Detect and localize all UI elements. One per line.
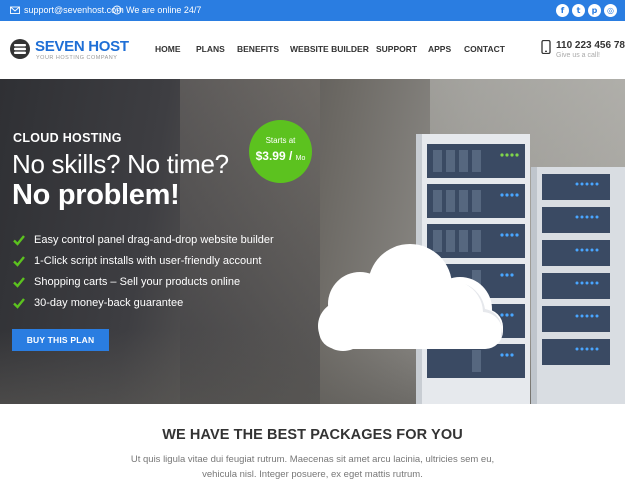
facebook-icon[interactable]: f <box>556 4 569 17</box>
price-label: Starts at <box>265 136 296 145</box>
hero-banner: CLOUD HOSTING No skills? No time? No pro… <box>0 79 625 404</box>
hero-headline-bold: No problem! <box>12 179 180 211</box>
phone-number[interactable]: 110 223 456 78 <box>556 40 625 51</box>
server-cloud-illustration <box>318 134 625 404</box>
nav-support[interactable]: SUPPORT <box>376 44 417 54</box>
nav-home[interactable]: HOME <box>155 44 181 54</box>
logo-text[interactable]: SEVEN HOST <box>35 38 129 55</box>
logo-tagline: YOUR HOSTING COMPANY <box>36 55 118 61</box>
social-links: f t p ◎ <box>556 4 617 17</box>
section-title: WE HAVE THE BEST PACKAGES FOR YOU <box>162 427 463 443</box>
price-badge: Starts at $3.99 / Mo <box>249 120 312 183</box>
price-amount: $3.99 / <box>255 149 293 163</box>
phone-subtitle: Give us a call! <box>556 52 600 59</box>
list-item: Shopping carts – Sell your products onli… <box>13 271 274 292</box>
hero-kicker: CLOUD HOSTING <box>13 131 122 145</box>
instagram-icon[interactable]: ◎ <box>604 4 617 17</box>
phone-icon <box>541 40 551 54</box>
top-bar: support@sevenhost.com We are online 24/7… <box>0 0 625 21</box>
feature-text: Easy control panel drag-and-drop website… <box>34 233 274 246</box>
checkmark-icon <box>13 255 25 267</box>
feature-list: Easy control panel drag-and-drop website… <box>13 229 274 313</box>
clock-icon <box>112 5 122 15</box>
logo-part1: SEVEN <box>35 38 85 55</box>
status-text: We are online 24/7 <box>126 5 202 15</box>
nav-plans[interactable]: PLANS <box>196 44 225 54</box>
price-period: Mo <box>295 155 306 162</box>
price-value: $3.99 / Mo <box>249 149 312 163</box>
feature-text: 30-day money-back guarantee <box>34 296 184 309</box>
section-description: Ut quis ligula vitae dui feugiat rutrum.… <box>130 454 495 480</box>
list-item: 1-Click script installs with user-friend… <box>13 250 274 271</box>
nav-apps[interactable]: APPS <box>428 44 451 54</box>
nav-website-builder[interactable]: WEBSITE BUILDER <box>290 44 369 54</box>
twitter-icon[interactable]: t <box>572 4 585 17</box>
checkmark-icon <box>13 297 25 309</box>
email-text: support@sevenhost.com <box>24 5 124 15</box>
hero-headline: No skills? No time? <box>12 149 229 179</box>
checkmark-icon <box>13 234 25 246</box>
envelope-icon <box>10 6 20 14</box>
buy-plan-button[interactable]: BUY THIS PLAN <box>12 329 109 351</box>
feature-text: Shopping carts – Sell your products onli… <box>34 275 241 288</box>
email-contact[interactable]: support@sevenhost.com <box>10 5 124 15</box>
site-header: SEVEN HOST YOUR HOSTING COMPANY HOME PLA… <box>0 21 625 79</box>
checkmark-icon <box>13 276 25 288</box>
pinterest-icon[interactable]: p <box>588 4 601 17</box>
logo-part2: HOST <box>88 38 129 55</box>
nav-contact[interactable]: CONTACT <box>464 44 505 54</box>
feature-text: 1-Click script installs with user-friend… <box>34 254 262 267</box>
list-item: Easy control panel drag-and-drop website… <box>13 229 274 250</box>
nav-benefits[interactable]: BENEFITS <box>237 44 279 54</box>
online-status: We are online 24/7 <box>112 5 201 15</box>
server-logo-icon[interactable] <box>10 39 30 59</box>
list-item: 30-day money-back guarantee <box>13 292 274 313</box>
